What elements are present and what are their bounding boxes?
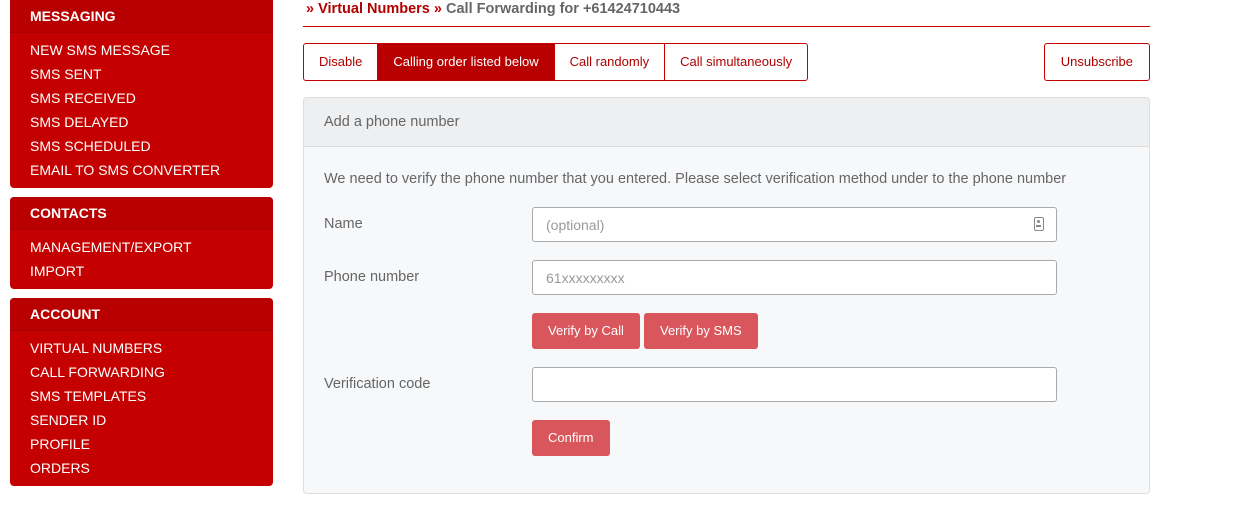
sidebar-item-sms-delayed[interactable]: SMS DELAYED bbox=[10, 110, 273, 134]
name-placeholder: (optional) bbox=[546, 217, 605, 233]
sidebar-heading-account: ACCOUNT bbox=[10, 298, 273, 331]
sidebar-item-sms-scheduled[interactable]: SMS SCHEDULED bbox=[10, 134, 273, 158]
confirm-button[interactable]: Confirm bbox=[532, 420, 610, 456]
forwarding-mode-group: Disable Calling order listed below Call … bbox=[303, 43, 809, 81]
sidebar-item-orders[interactable]: ORDERS bbox=[10, 456, 273, 480]
phone-placeholder: 61xxxxxxxxx bbox=[546, 270, 625, 286]
verification-note: We need to verify the phone number that … bbox=[324, 171, 1067, 187]
contact-book-icon[interactable] bbox=[1034, 217, 1044, 231]
breadcrumb: » Virtual Numbers » Call Forwarding for … bbox=[303, 0, 1150, 27]
sidebar-section-account: ACCOUNT VIRTUAL NUMBERS CALL FORWARDING … bbox=[10, 298, 273, 486]
phone-input[interactable]: 61xxxxxxxxx bbox=[532, 260, 1057, 295]
card-title: Add a phone number bbox=[304, 98, 1149, 147]
disable-button[interactable]: Disable bbox=[303, 43, 379, 81]
sidebar-heading-contacts: CONTACTS bbox=[10, 197, 273, 230]
breadcrumb-current: Call Forwarding for +61424710443 bbox=[446, 1, 681, 17]
name-label: Name bbox=[324, 216, 363, 232]
verification-code-input[interactable] bbox=[532, 367, 1057, 402]
verify-by-sms-button[interactable]: Verify by SMS bbox=[644, 313, 758, 349]
sidebar-section-contacts: CONTACTS MANAGEMENT/EXPORT IMPORT bbox=[10, 197, 273, 289]
sidebar-item-management-export[interactable]: MANAGEMENT/EXPORT bbox=[10, 235, 273, 259]
sidebar-item-import[interactable]: IMPORT bbox=[10, 259, 273, 283]
sidebar-item-sms-received[interactable]: SMS RECEIVED bbox=[10, 86, 273, 110]
sidebar-item-call-forwarding[interactable]: CALL FORWARDING bbox=[10, 360, 273, 384]
sidebar-item-sms-templates[interactable]: SMS TEMPLATES bbox=[10, 384, 273, 408]
sidebar-section-messaging: MESSAGING NEW SMS MESSAGE SMS SENT SMS R… bbox=[10, 0, 273, 188]
unsubscribe-button[interactable]: Unsubscribe bbox=[1043, 43, 1150, 81]
sidebar: MESSAGING NEW SMS MESSAGE SMS SENT SMS R… bbox=[10, 0, 273, 495]
main-content: » Virtual Numbers » Call Forwarding for … bbox=[303, 0, 1150, 494]
sidebar-heading-messaging: MESSAGING bbox=[10, 0, 273, 33]
forwarding-mode-toolbar: Disable Calling order listed below Call … bbox=[303, 43, 1150, 81]
verify-by-call-button[interactable]: Verify by Call bbox=[532, 313, 640, 349]
sidebar-item-sms-sent[interactable]: SMS SENT bbox=[10, 62, 273, 86]
add-phone-card: Add a phone number We need to verify the… bbox=[303, 97, 1150, 494]
breadcrumb-link-virtual-numbers[interactable]: Virtual Numbers bbox=[318, 1, 430, 17]
sidebar-item-profile[interactable]: PROFILE bbox=[10, 432, 273, 456]
breadcrumb-separator: » bbox=[306, 1, 315, 17]
sidebar-item-virtual-numbers[interactable]: VIRTUAL NUMBERS bbox=[10, 336, 273, 360]
breadcrumb-separator: » bbox=[433, 1, 442, 17]
verification-code-label: Verification code bbox=[324, 376, 431, 392]
sidebar-item-sender-id[interactable]: SENDER ID bbox=[10, 408, 273, 432]
sidebar-item-email-to-sms-converter[interactable]: EMAIL TO SMS CONVERTER bbox=[10, 158, 273, 182]
call-randomly-button[interactable]: Call randomly bbox=[553, 43, 666, 81]
call-simultaneously-button[interactable]: Call simultaneously bbox=[664, 43, 809, 81]
phone-label: Phone number bbox=[324, 269, 420, 285]
name-input[interactable]: (optional) bbox=[532, 207, 1057, 242]
sidebar-item-new-sms-message[interactable]: NEW SMS MESSAGE bbox=[10, 38, 273, 62]
calling-order-button[interactable]: Calling order listed below bbox=[377, 43, 555, 81]
